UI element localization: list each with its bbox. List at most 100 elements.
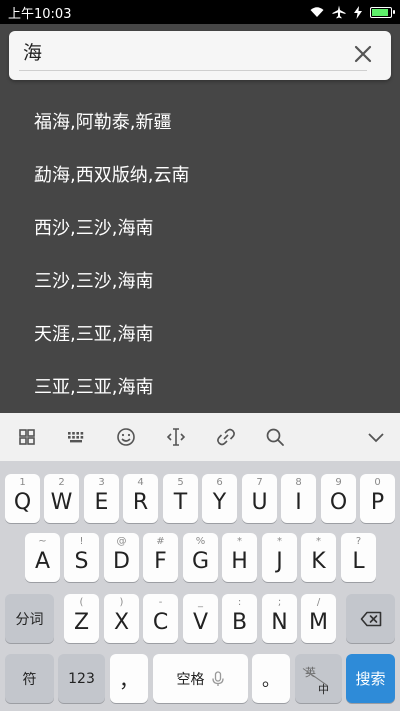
key-r[interactable]: 4R (123, 474, 158, 523)
key-b[interactable]: :B (222, 594, 257, 643)
backspace-icon (346, 594, 395, 643)
period-label: 。 (262, 669, 280, 691)
key-c[interactable]: -C (143, 594, 178, 643)
key-label: B (231, 610, 248, 635)
result-item[interactable]: 福海,阿勒泰,新疆 (0, 96, 400, 149)
collapse-keyboard-button[interactable] (364, 425, 388, 449)
key-p[interactable]: 0P (360, 474, 395, 523)
key-n[interactable]: ; N (262, 594, 297, 643)
key-label: L (352, 549, 365, 574)
key-sub-label: 9 (335, 477, 342, 488)
comma-key[interactable]: ， (110, 654, 148, 703)
key-sub-label: 2 (58, 477, 65, 488)
cursor-move-button[interactable] (164, 425, 188, 449)
language-switch-button[interactable]: 英 中 (295, 654, 342, 703)
key-sub-label: 1 (19, 477, 26, 488)
key-d[interactable]: @ D (104, 533, 139, 582)
key-e[interactable]: 3E (84, 474, 119, 523)
key-y[interactable]: 6Y (202, 474, 237, 523)
result-item[interactable]: 三沙,三沙,海南 (0, 255, 400, 308)
key-sub-label: @ (116, 536, 127, 547)
key-label: X (113, 610, 130, 635)
key-sub-label: 6 (216, 477, 223, 488)
key-sub-label: - (158, 597, 163, 608)
key-z[interactable]: (Z (64, 594, 99, 643)
segment-button[interactable]: 分词 (5, 594, 54, 643)
key-label: Y (212, 490, 227, 515)
key-q[interactable]: 1Q (5, 474, 40, 523)
keyboard-toolbar (0, 413, 400, 461)
clear-button[interactable] (351, 42, 375, 66)
key-sub-label: : (237, 597, 242, 608)
close-icon (354, 45, 372, 63)
space-key[interactable]: 空格 (153, 654, 248, 703)
key-k[interactable]: * K (301, 533, 336, 582)
key-h[interactable]: * H (222, 533, 257, 582)
keyboard-keys: 1Q 2W 3E 4R 5T 6Y 7U 8I 9O 0P ~ A ! S @ D #… (0, 461, 400, 711)
key-sub-label: * (237, 536, 242, 547)
text-cursor-icon (166, 428, 186, 446)
key-sub-label: / (316, 597, 321, 608)
key-i[interactable]: 8I (281, 474, 316, 523)
key-w[interactable]: 2W (44, 474, 79, 523)
number-button[interactable]: 123 (58, 654, 105, 703)
key-sub-label: # (156, 536, 165, 547)
key-sub-label: ! (79, 536, 84, 547)
status-bar: 上午10:03 (0, 0, 400, 24)
key-u[interactable]: 7U (242, 474, 277, 523)
key-label: N (271, 610, 288, 635)
comma-label: ， (119, 668, 139, 692)
key-l[interactable]: ? L (341, 533, 376, 582)
search-submit-label: 搜索 (355, 670, 386, 688)
status-time: 上午10:03 (8, 6, 72, 22)
result-item[interactable]: 三亚,三亚,海南 (0, 361, 400, 414)
key-m[interactable]: / M (301, 594, 336, 643)
key-label: D (113, 549, 130, 574)
grid-menu-button[interactable] (15, 425, 39, 449)
key-sub-label: 3 (98, 477, 105, 488)
result-item[interactable]: 西沙,三沙,海南 (0, 202, 400, 255)
emoji-button[interactable] (114, 425, 138, 449)
period-key[interactable]: 。 (252, 654, 290, 703)
key-sub-label: 7 (256, 477, 263, 488)
clipboard-link-button[interactable] (214, 425, 238, 449)
key-o[interactable]: 9O (321, 474, 356, 523)
number-label: 123 (68, 670, 95, 687)
key-label: J (276, 549, 283, 574)
key-s[interactable]: ! S (64, 533, 99, 582)
key-t[interactable]: 5T (163, 474, 198, 523)
search-input[interactable] (23, 37, 323, 65)
grid-icon (19, 429, 35, 445)
key-sub-label: 4 (137, 477, 144, 488)
keyboard-search-button[interactable] (263, 425, 287, 449)
key-sub-label: ( (79, 597, 84, 608)
key-label: E (94, 490, 109, 515)
search-submit-button[interactable]: 搜索 (346, 654, 395, 703)
backspace-button[interactable] (346, 594, 395, 643)
key-f[interactable]: # F (143, 533, 178, 582)
symbol-button[interactable]: 符 (5, 654, 54, 703)
key-label: F (154, 549, 167, 574)
keyboard-icon (68, 432, 84, 443)
key-a[interactable]: ~ A (25, 533, 60, 582)
airplane-icon (332, 5, 346, 19)
result-item[interactable]: 天涯,三亚,海南 (0, 308, 400, 361)
keyboard: 1Q 2W 3E 4R 5T 6Y 7U 8I 9O 0P ~ A ! S @ D #… (0, 413, 400, 711)
key-label: T (173, 490, 188, 515)
key-j[interactable]: * J (262, 533, 297, 582)
key-sub-label: 8 (295, 477, 302, 488)
key-x[interactable]: ) X (104, 594, 139, 643)
status-icons (310, 5, 395, 19)
key-v[interactable]: _ V (183, 594, 218, 643)
key-label: H (231, 549, 248, 574)
result-item[interactable]: 勐海,西双版纳,云南 (0, 149, 400, 202)
key-label: G (191, 549, 210, 574)
key-label: Q (13, 490, 32, 515)
keyboard-layout-button[interactable] (64, 425, 88, 449)
key-g[interactable]: % G (183, 533, 218, 582)
key-label: U (251, 490, 268, 515)
key-label: K (311, 549, 326, 574)
symbol-label: 符 (22, 671, 37, 688)
link-icon (217, 428, 235, 446)
key-sub-label: ~ (38, 536, 47, 547)
